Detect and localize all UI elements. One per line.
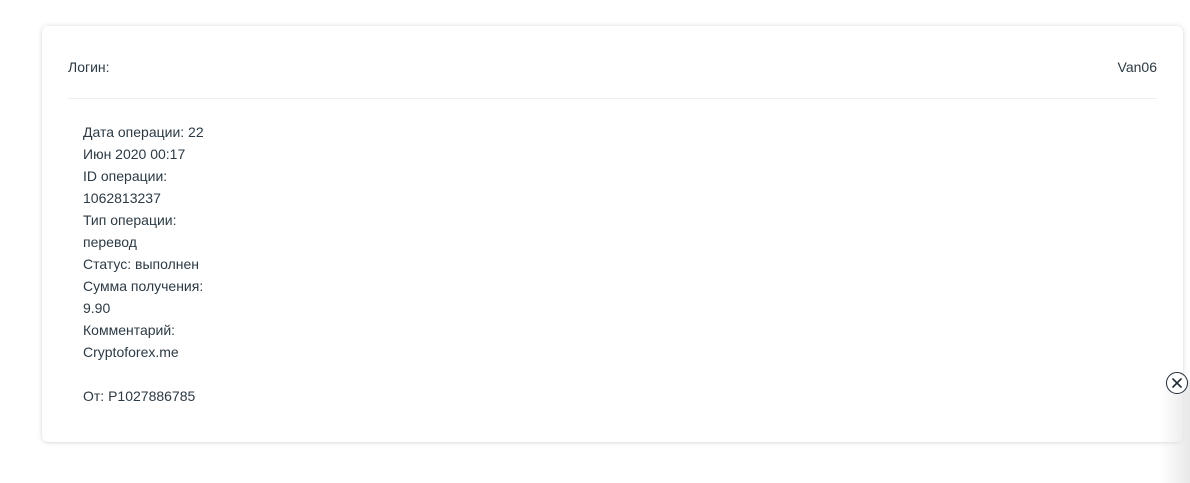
operation-date-line-2: Июн 2020 00:17 [83,146,186,162]
divider [68,98,1157,99]
login-label: Логин: [68,59,110,75]
login-row: Логин: Van06 [68,58,1157,76]
operation-details: Дата операции: 22 Июн 2020 00:17 ID опер… [83,121,233,407]
received-amount-label: Сумма получения: [83,278,204,294]
operation-details-card: Логин: Van06 Дата операции: 22 Июн 2020 … [42,26,1183,442]
operation-type-value: перевод [83,234,137,250]
comment-value: Cryptoforex.me [83,344,179,360]
login-value: Van06 [1117,59,1157,75]
close-circle-icon [1172,378,1182,388]
operation-status: Статус: выполнен [83,256,200,272]
sender-account: От: P1027886785 [83,388,196,404]
close-button[interactable] [1166,372,1188,394]
received-amount-value: 9.90 [83,300,111,316]
operation-type-label: Тип операции: [83,212,177,228]
operation-id-value: 1062813237 [83,190,161,206]
operation-date-line-1: Дата операции: 22 [83,124,204,140]
comment-label: Комментарий: [83,322,176,338]
operation-id-label: ID операции: [83,168,168,184]
edge-shadow [1160,380,1190,483]
